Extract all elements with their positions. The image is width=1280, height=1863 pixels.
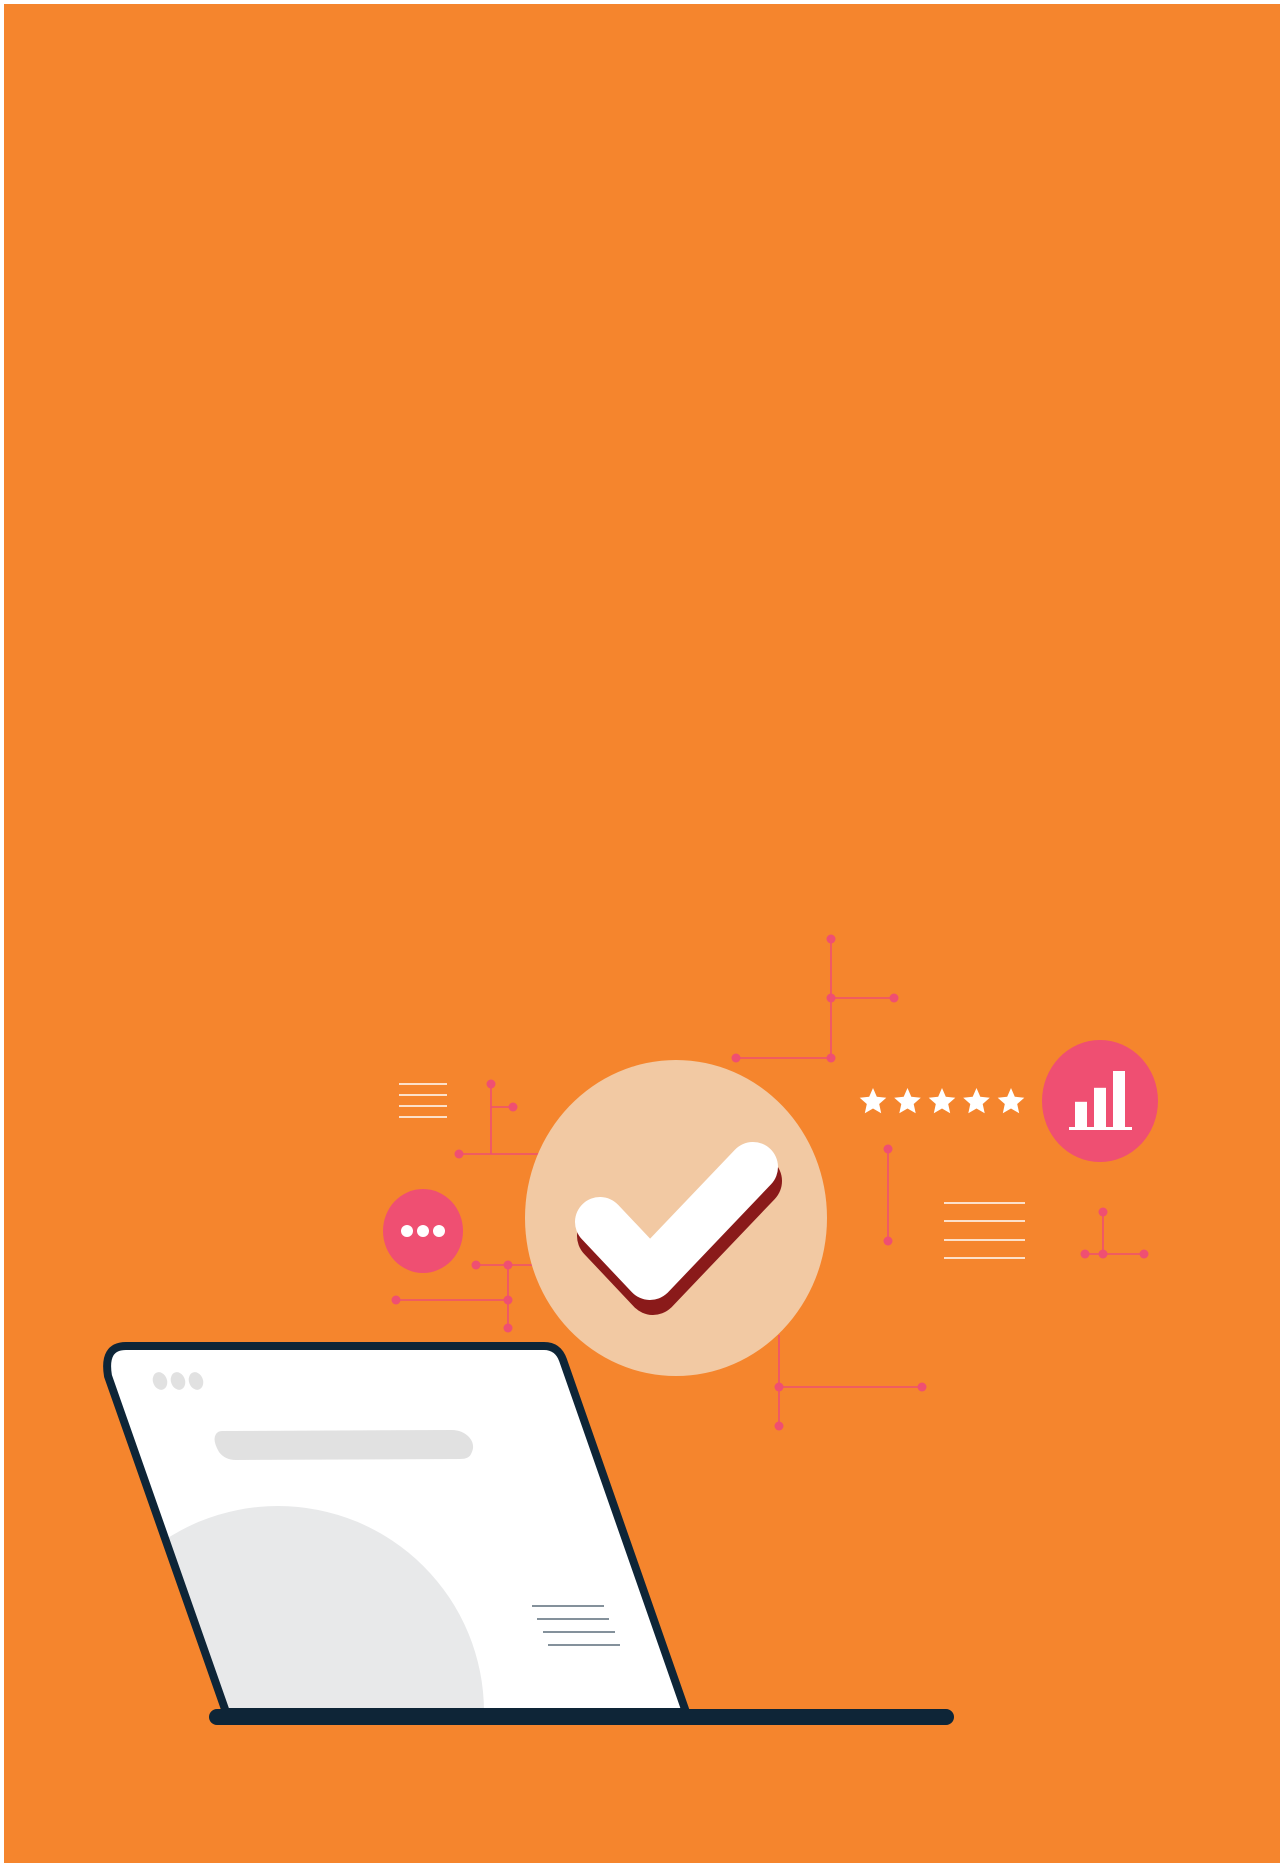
circuit-node	[503, 1260, 513, 1270]
chat-dot	[401, 1225, 413, 1237]
circuit-node	[917, 1382, 927, 1392]
circuit-node	[454, 1149, 464, 1159]
illustration-canvas	[0, 0, 1280, 1863]
circuit-node	[889, 993, 899, 1003]
chat-dot	[433, 1225, 445, 1237]
circuit-node	[391, 1295, 401, 1305]
chart-bar	[1075, 1101, 1087, 1127]
chart-bar	[1113, 1071, 1125, 1127]
circuit-node	[503, 1323, 513, 1333]
circuit-node	[1080, 1249, 1090, 1259]
chat-dot	[417, 1225, 429, 1237]
circuit-node	[471, 1260, 481, 1270]
circuit-node	[1098, 1249, 1108, 1259]
circuit-node	[883, 1236, 893, 1246]
circuit-node	[1139, 1249, 1149, 1259]
circuit-node	[826, 934, 836, 944]
circuit-node	[508, 1102, 518, 1112]
circuit-node	[774, 1421, 784, 1431]
chart-bar	[1094, 1087, 1106, 1127]
circuit-node	[883, 1144, 893, 1154]
circuit-node	[486, 1079, 496, 1089]
circuit-node	[774, 1382, 784, 1392]
address-bar	[214, 1430, 474, 1460]
chat-bubble-icon	[383, 1189, 463, 1273]
circuit-node	[826, 1053, 836, 1063]
circuit-node	[731, 1053, 741, 1063]
browser-window-dots	[152, 1372, 204, 1390]
circuit-node	[503, 1295, 513, 1305]
circuit-node	[1098, 1207, 1108, 1217]
circuit-node	[826, 993, 836, 1003]
checkmark-badge	[525, 1060, 827, 1376]
bar-chart-icon	[1042, 1040, 1158, 1162]
